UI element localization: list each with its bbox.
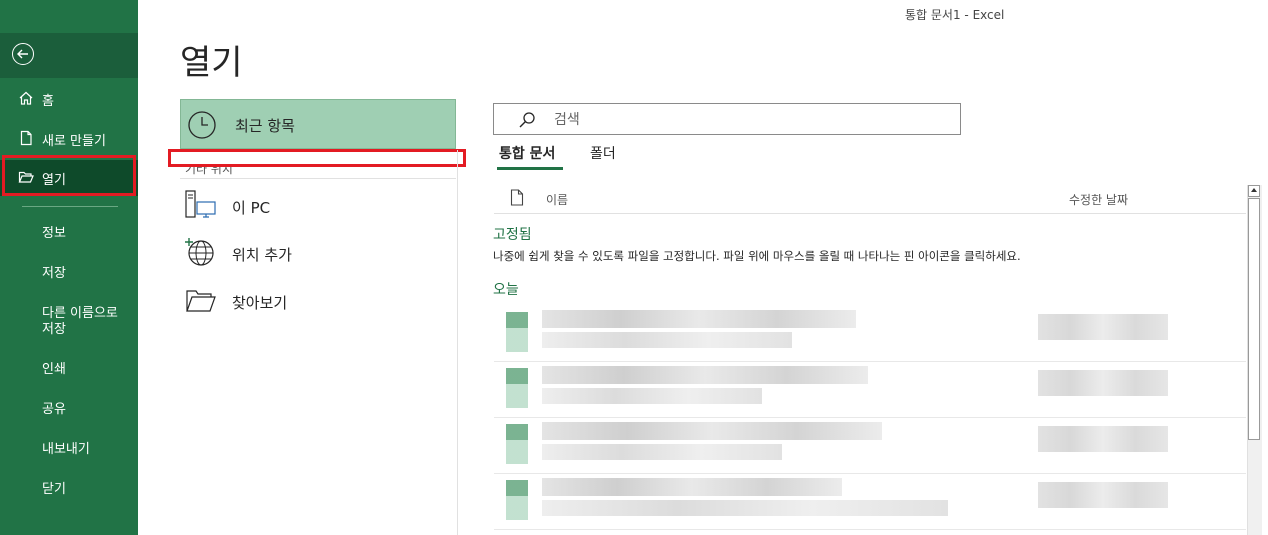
file-date-blurred — [1038, 314, 1168, 340]
tab-selected-underline — [497, 167, 563, 170]
column-divider — [457, 150, 458, 535]
location-browse-label: 찾아보기 — [232, 294, 288, 312]
globe-add-icon — [184, 236, 218, 272]
file-path-blurred — [542, 500, 948, 516]
nav-save-as-line2: 저장 — [42, 322, 66, 337]
other-locations-divider — [180, 178, 456, 179]
file-date-blurred — [1038, 370, 1168, 396]
home-icon — [18, 90, 34, 106]
location-this-pc[interactable]: 이 PC — [184, 189, 444, 225]
file-icon-blurred — [506, 368, 528, 408]
file-row[interactable] — [494, 474, 1246, 530]
file-path-blurred — [542, 444, 782, 460]
location-recent-label: 최근 항목 — [235, 117, 295, 135]
scrollbar-thumb[interactable] — [1248, 198, 1260, 440]
pinned-section-title: 고정됨 — [493, 227, 532, 243]
file-name-blurred — [542, 310, 856, 328]
nav-share[interactable]: 공유 — [42, 402, 66, 418]
search-input[interactable] — [552, 109, 936, 131]
file-name-blurred — [542, 422, 882, 440]
highlight-box-open — [2, 155, 136, 196]
location-this-pc-label: 이 PC — [232, 199, 271, 217]
tab-workbooks[interactable]: 통합 문서 — [499, 143, 555, 163]
file-name-blurred — [542, 478, 842, 496]
column-date-header[interactable]: 수정한 날짜 — [1069, 191, 1128, 208]
backstage-sidebar: 홈 새로 만들기 열기 정보 저장 다른 이름으로 저장 인쇄 공유 내보내기 … — [0, 0, 138, 535]
nav-home[interactable]: 홈 — [0, 81, 138, 117]
nav-save[interactable]: 저장 — [42, 266, 66, 282]
file-list-header: 이름 수정한 날짜 — [494, 185, 1246, 214]
nav-save-as[interactable]: 다른 이름으로 저장 — [42, 306, 118, 338]
file-row[interactable] — [494, 418, 1246, 474]
file-row[interactable] — [494, 362, 1246, 418]
location-add-place[interactable]: 위치 추가 — [184, 236, 444, 272]
today-section-title: 오늘 — [493, 282, 519, 298]
pc-icon — [184, 189, 218, 225]
file-date-blurred — [1038, 426, 1168, 452]
nav-export[interactable]: 내보내기 — [42, 442, 90, 458]
search-box[interactable] — [493, 103, 961, 135]
file-row[interactable] — [494, 306, 1246, 362]
row-divider — [494, 529, 1246, 530]
search-icon — [519, 112, 535, 128]
location-browse[interactable]: 찾아보기 — [184, 284, 444, 320]
page-title: 열기 — [180, 43, 243, 83]
location-add-place-label: 위치 추가 — [232, 246, 292, 264]
window-title: 통합 문서1 - Excel — [905, 8, 1005, 22]
nav-close[interactable]: 닫기 — [42, 482, 66, 498]
column-name-header[interactable]: 이름 — [546, 191, 568, 208]
file-path-blurred — [542, 388, 762, 404]
highlight-box-other-locations — [168, 149, 466, 167]
nav-new-label: 새로 만들기 — [42, 134, 106, 149]
sidebar-divider — [22, 206, 118, 207]
nav-home-label: 홈 — [42, 94, 54, 109]
nav-save-as-line1: 다른 이름으로 — [42, 306, 118, 321]
clock-icon — [187, 110, 217, 144]
file-icon-blurred — [506, 312, 528, 352]
location-recent[interactable]: 최근 항목 — [180, 99, 456, 149]
file-icon-blurred — [506, 480, 528, 520]
file-path-blurred — [542, 332, 792, 348]
file-icon — [510, 189, 524, 210]
new-document-icon — [18, 130, 34, 146]
file-date-blurred — [1038, 482, 1168, 508]
nav-print[interactable]: 인쇄 — [42, 362, 66, 378]
file-name-blurred — [542, 366, 868, 384]
tab-folders[interactable]: 폴더 — [590, 143, 616, 163]
scroll-up-button[interactable] — [1248, 185, 1260, 197]
pinned-description: 나중에 쉽게 찾을 수 있도록 파일을 고정합니다. 파일 위에 마우스를 올릴… — [493, 249, 1021, 263]
back-arrow-icon[interactable] — [12, 43, 34, 65]
nav-new[interactable]: 새로 만들기 — [0, 121, 138, 157]
nav-info[interactable]: 정보 — [42, 226, 66, 242]
file-icon-blurred — [506, 424, 528, 464]
folder-icon — [184, 284, 218, 320]
